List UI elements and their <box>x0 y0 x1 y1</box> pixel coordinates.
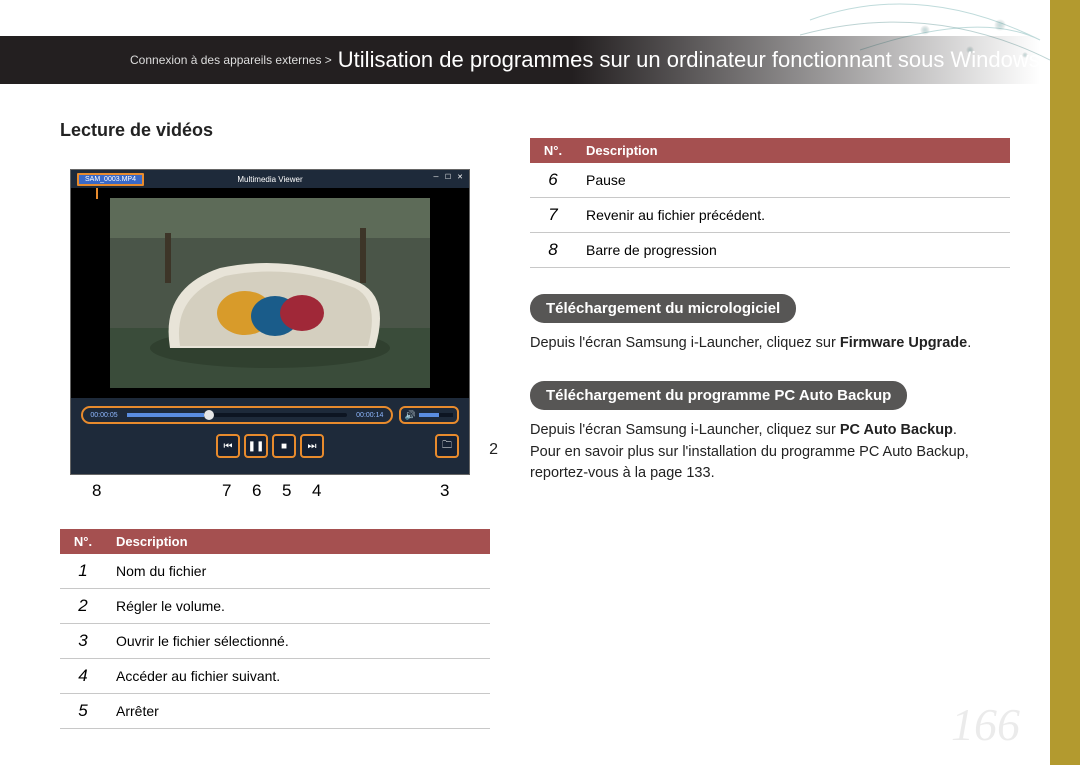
filename-chip[interactable]: SAM_0003.MP4 <box>77 173 144 186</box>
volume-control[interactable]: 🔊 <box>399 406 459 424</box>
section-heading-videos: Lecture de vidéos <box>60 120 490 141</box>
video-frame <box>71 188 469 398</box>
callout-8: 8 <box>92 481 101 501</box>
pill-firmware: Téléchargement du micrologiciel <box>530 294 796 323</box>
time-total: 00:00:14 <box>353 412 387 419</box>
stop-button[interactable]: ■ <box>272 434 296 458</box>
table-row: 8Barre de progression <box>530 233 1010 268</box>
progress-bar[interactable] <box>127 413 347 417</box>
previous-button[interactable]: ⏮ <box>216 434 240 458</box>
header-bar: Connexion à des appareils externes > Uti… <box>0 36 1040 84</box>
callout-3: 3 <box>440 481 449 501</box>
table-row: 7Revenir au fichier précédent. <box>530 198 1010 233</box>
table-row: 1Nom du fichier <box>60 554 490 589</box>
callout-4: 4 <box>312 481 321 501</box>
pill-autobackup: Téléchargement du programme PC Auto Back… <box>530 381 907 410</box>
table-header-desc: Description <box>106 529 490 554</box>
firmware-text: Depuis l'écran Samsung i-Launcher, cliqu… <box>530 333 1010 355</box>
table-row: 5Arrêter <box>60 694 490 729</box>
page-number: 166 <box>951 698 1020 751</box>
callout-5: 5 <box>282 481 291 501</box>
table-header-num: N°. <box>530 138 576 163</box>
viewer-title: Multimedia Viewer <box>237 175 302 184</box>
autobackup-text: Depuis l'écran Samsung i-Launcher, cliqu… <box>530 420 1010 485</box>
time-current: 00:00:05 <box>87 412 121 419</box>
table-row: 2Régler le volume. <box>60 589 490 624</box>
speaker-icon: 🔊 <box>405 410 416 421</box>
maximize-icon[interactable]: ☐ <box>443 172 453 182</box>
pause-icon: ❚❚ <box>248 441 265 452</box>
breadcrumb: Connexion à des appareils externes > <box>130 53 332 67</box>
table-row: 6Pause <box>530 163 1010 198</box>
stop-icon: ■ <box>281 441 287 452</box>
table-header-desc: Description <box>576 138 1010 163</box>
skip-next-icon: ⏭ <box>308 441 317 452</box>
sidebar-strip <box>1050 0 1080 765</box>
callout-7: 7 <box>222 481 231 501</box>
folder-icon: 🗀 <box>442 438 452 455</box>
pause-button[interactable]: ❚❚ <box>244 434 268 458</box>
table-row: 3Ouvrir le fichier sélectionné. <box>60 624 490 659</box>
table-row: 4Accéder au fichier suivant. <box>60 659 490 694</box>
viewer-titlebar: SAM_0003.MP4 Multimedia Viewer ─ ☐ ✕ <box>71 170 469 188</box>
close-icon[interactable]: ✕ <box>455 172 465 182</box>
table-header-num: N°. <box>60 529 106 554</box>
multimedia-viewer-window: SAM_0003.MP4 Multimedia Viewer ─ ☐ ✕ <box>70 169 470 475</box>
description-table-right: N°. Description 6Pause 7Revenir au fichi… <box>530 138 1010 268</box>
callout-6: 6 <box>252 481 261 501</box>
next-button[interactable]: ⏭ <box>300 434 324 458</box>
skip-prev-icon: ⏮ <box>224 441 233 452</box>
minimize-icon[interactable]: ─ <box>431 172 441 182</box>
open-file-button[interactable]: 🗀 <box>435 434 459 458</box>
callout-bottom-row: 8 7 6 5 4 3 <box>70 481 470 511</box>
description-table-left: N°. Description 1Nom du fichier 2Régler … <box>60 529 490 729</box>
callout-2: 2 <box>489 441 498 459</box>
page-title: Utilisation de programmes sur un ordinat… <box>338 47 1040 73</box>
progress-bar-container[interactable]: 00:00:05 00:00:14 <box>81 406 393 424</box>
